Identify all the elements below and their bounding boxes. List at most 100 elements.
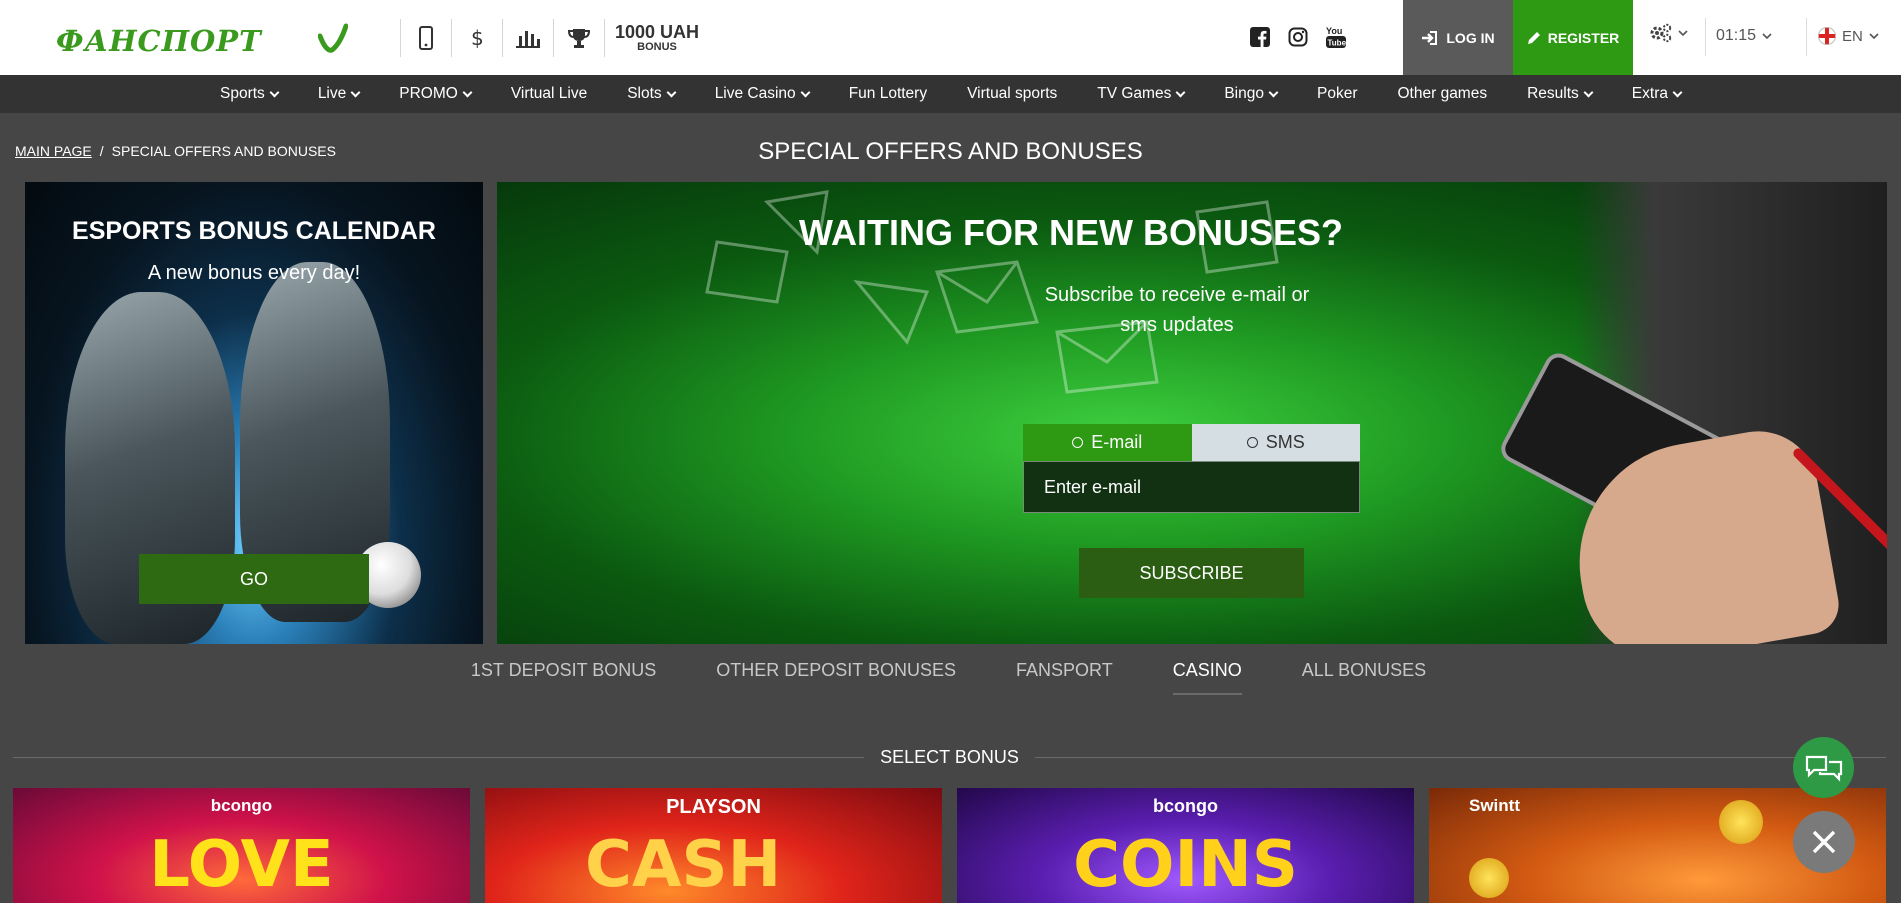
select-bonus-label: SELECT BONUS [880, 746, 1019, 767]
instagram-icon[interactable] [1286, 24, 1310, 50]
nav-item-fun-lottery[interactable]: Fun Lottery [829, 85, 947, 103]
time-value: 01:15 [1716, 27, 1757, 44]
tile-game-name: LOVE [149, 828, 334, 902]
email-option-label: E-mail [1091, 432, 1143, 452]
chevron-down-icon [1678, 30, 1688, 37]
nav-item-promo[interactable]: PROMO [379, 85, 491, 103]
fansport-logo[interactable]: ФАНСПОРТ [56, 22, 348, 58]
nav-item-slots[interactable]: Slots [607, 85, 694, 103]
settings-dropdown[interactable] [1648, 22, 1688, 44]
subscribe-banner: WAITING FOR NEW BONUSES? Subscribe to re… [497, 182, 1887, 644]
breadcrumb: MAIN PAGE / SPECIAL OFFERS AND BONUSES [15, 143, 336, 159]
nav-item-extra[interactable]: Extra [1612, 85, 1701, 103]
esports-subtitle: A new bonus every day! [147, 262, 361, 284]
email-option[interactable]: E-mail [1023, 424, 1192, 461]
email-input[interactable] [1023, 461, 1360, 513]
nav-item-label: Extra [1631, 85, 1668, 102]
nav-item-label: Results [1527, 85, 1579, 102]
divider [604, 18, 605, 57]
svg-text:You: You [1326, 26, 1342, 36]
nav-item-label: TV Games [1097, 85, 1172, 102]
chevron-down-icon [462, 87, 473, 97]
chevron-down-icon [666, 87, 677, 97]
nav-item-virtual-live[interactable]: Virtual Live [491, 85, 607, 103]
chevron-down-icon [800, 87, 811, 97]
uk-flag-icon [1818, 27, 1836, 45]
facebook-icon[interactable] [1248, 24, 1272, 50]
main-nav: Sports Live PROMO Virtual Live Slots Live Cas… [0, 75, 1901, 113]
nav-item-live[interactable]: Live [298, 85, 379, 103]
sms-option-label: SMS [1265, 432, 1305, 452]
radio-icon [1246, 437, 1258, 448]
nav-item-virtual-sports[interactable]: Virtual sports [947, 85, 1077, 103]
nav-item-live-casino[interactable]: Live Casino [695, 85, 829, 103]
tab-all-bonuses[interactable]: ALL BONUSES [1302, 660, 1426, 695]
chevron-down-icon [1762, 33, 1772, 40]
nav-item-label: Sports [220, 85, 265, 102]
divider-line [1034, 756, 1886, 758]
nav-item-label: Live Casino [714, 85, 796, 102]
close-chat-button[interactable] [1793, 811, 1855, 873]
tab-other-deposit-bonuses[interactable]: OTHER DEPOSIT BONUSES [716, 660, 956, 695]
language-label: EN [1842, 27, 1863, 45]
login-icon [1422, 30, 1438, 45]
tab-casino[interactable]: CASINO [1172, 660, 1242, 695]
bonus-tile-cash[interactable]: PLAYSON CASH [485, 788, 942, 903]
subscribe-button[interactable]: SUBSCRIBE [1079, 548, 1304, 598]
nav-item-label: Poker [1317, 85, 1358, 102]
top-header: ФАНСПОРТ $ 1000 UAH BONUS You Tube LOG I… [0, 0, 1901, 75]
subscribe-subtitle: Subscribe to receive e-mail or sms updat… [1044, 284, 1310, 336]
nav-item-label: Other games [1397, 85, 1488, 102]
bonus-tile-love[interactable]: bcongo LOVE [13, 788, 470, 903]
tab-1st-deposit-bonus[interactable]: 1ST DEPOSIT BONUS [471, 660, 656, 695]
tile-brand: bcongo [210, 796, 273, 815]
breadcrumb-current: SPECIAL OFFERS AND BONUSES [111, 143, 336, 159]
sms-option[interactable]: SMS [1191, 424, 1360, 461]
mobile-icon[interactable] [401, 0, 451, 75]
nav-item-results[interactable]: Results [1507, 85, 1612, 103]
bonus-tile-coins[interactable]: bcongo COINS [957, 788, 1414, 903]
register-button[interactable]: REGISTER [1513, 0, 1633, 75]
chevron-down-icon [350, 87, 361, 97]
nav-item-tv-games[interactable]: TV Games [1077, 85, 1204, 103]
coin-image [1469, 858, 1509, 898]
register-label: REGISTER [1547, 29, 1620, 46]
language-dropdown[interactable]: EN [1818, 27, 1879, 45]
clock-dropdown[interactable]: 01:15 [1716, 27, 1772, 45]
gears-icon [1650, 23, 1672, 43]
divider [1806, 18, 1807, 56]
nav-item-other-games[interactable]: Other games [1378, 85, 1508, 103]
nav-item-label: Virtual Live [510, 85, 588, 102]
tab-fansport[interactable]: FANSPORT [1016, 660, 1113, 695]
tile-game-name: CASH [585, 828, 782, 902]
nav-item-label: PROMO [399, 85, 458, 102]
radio-icon [1072, 437, 1084, 448]
bonus-amount: 1000 UAH [615, 21, 700, 42]
esports-bonus-card[interactable]: ESPORTS BONUS CALENDAR A new bonus every… [25, 182, 483, 644]
breadcrumb-home-link[interactable]: MAIN PAGE [15, 143, 92, 159]
youtube-icon[interactable]: You Tube [1324, 24, 1348, 50]
esports-title: ESPORTS BONUS CALENDAR [72, 217, 436, 245]
nav-item-poker[interactable]: Poker [1297, 85, 1378, 103]
stats-icon[interactable] [503, 0, 553, 75]
chevron-down-icon [269, 87, 280, 97]
close-icon [1812, 830, 1836, 854]
logo-swoosh-icon [318, 23, 348, 53]
pencil-icon [1527, 31, 1540, 44]
nav-item-sports[interactable]: Sports [200, 85, 298, 103]
bonus-promo[interactable]: 1000 UAH BONUS [615, 23, 699, 53]
trophy-icon[interactable] [554, 0, 604, 75]
logo-text: ФАНСПОРТ [56, 24, 262, 58]
breadcrumb-separator: / [99, 143, 104, 159]
tile-brand: PLAYSON [666, 796, 761, 818]
go-button[interactable]: GO [139, 554, 369, 604]
login-button[interactable]: LOG IN [1403, 0, 1513, 75]
dollar-icon[interactable]: $ [452, 0, 502, 75]
chevron-down-icon [1583, 87, 1594, 97]
nav-item-label: Fun Lottery [848, 85, 928, 102]
bonus-category-tabs: 1ST DEPOSIT BONUS OTHER DEPOSIT BONUSES FA… [0, 660, 1899, 695]
nav-item-bingo[interactable]: Bingo [1204, 85, 1297, 103]
chevron-down-icon [1175, 87, 1186, 97]
nav-item-label: Live [317, 85, 347, 102]
live-chat-button[interactable] [1793, 737, 1854, 798]
